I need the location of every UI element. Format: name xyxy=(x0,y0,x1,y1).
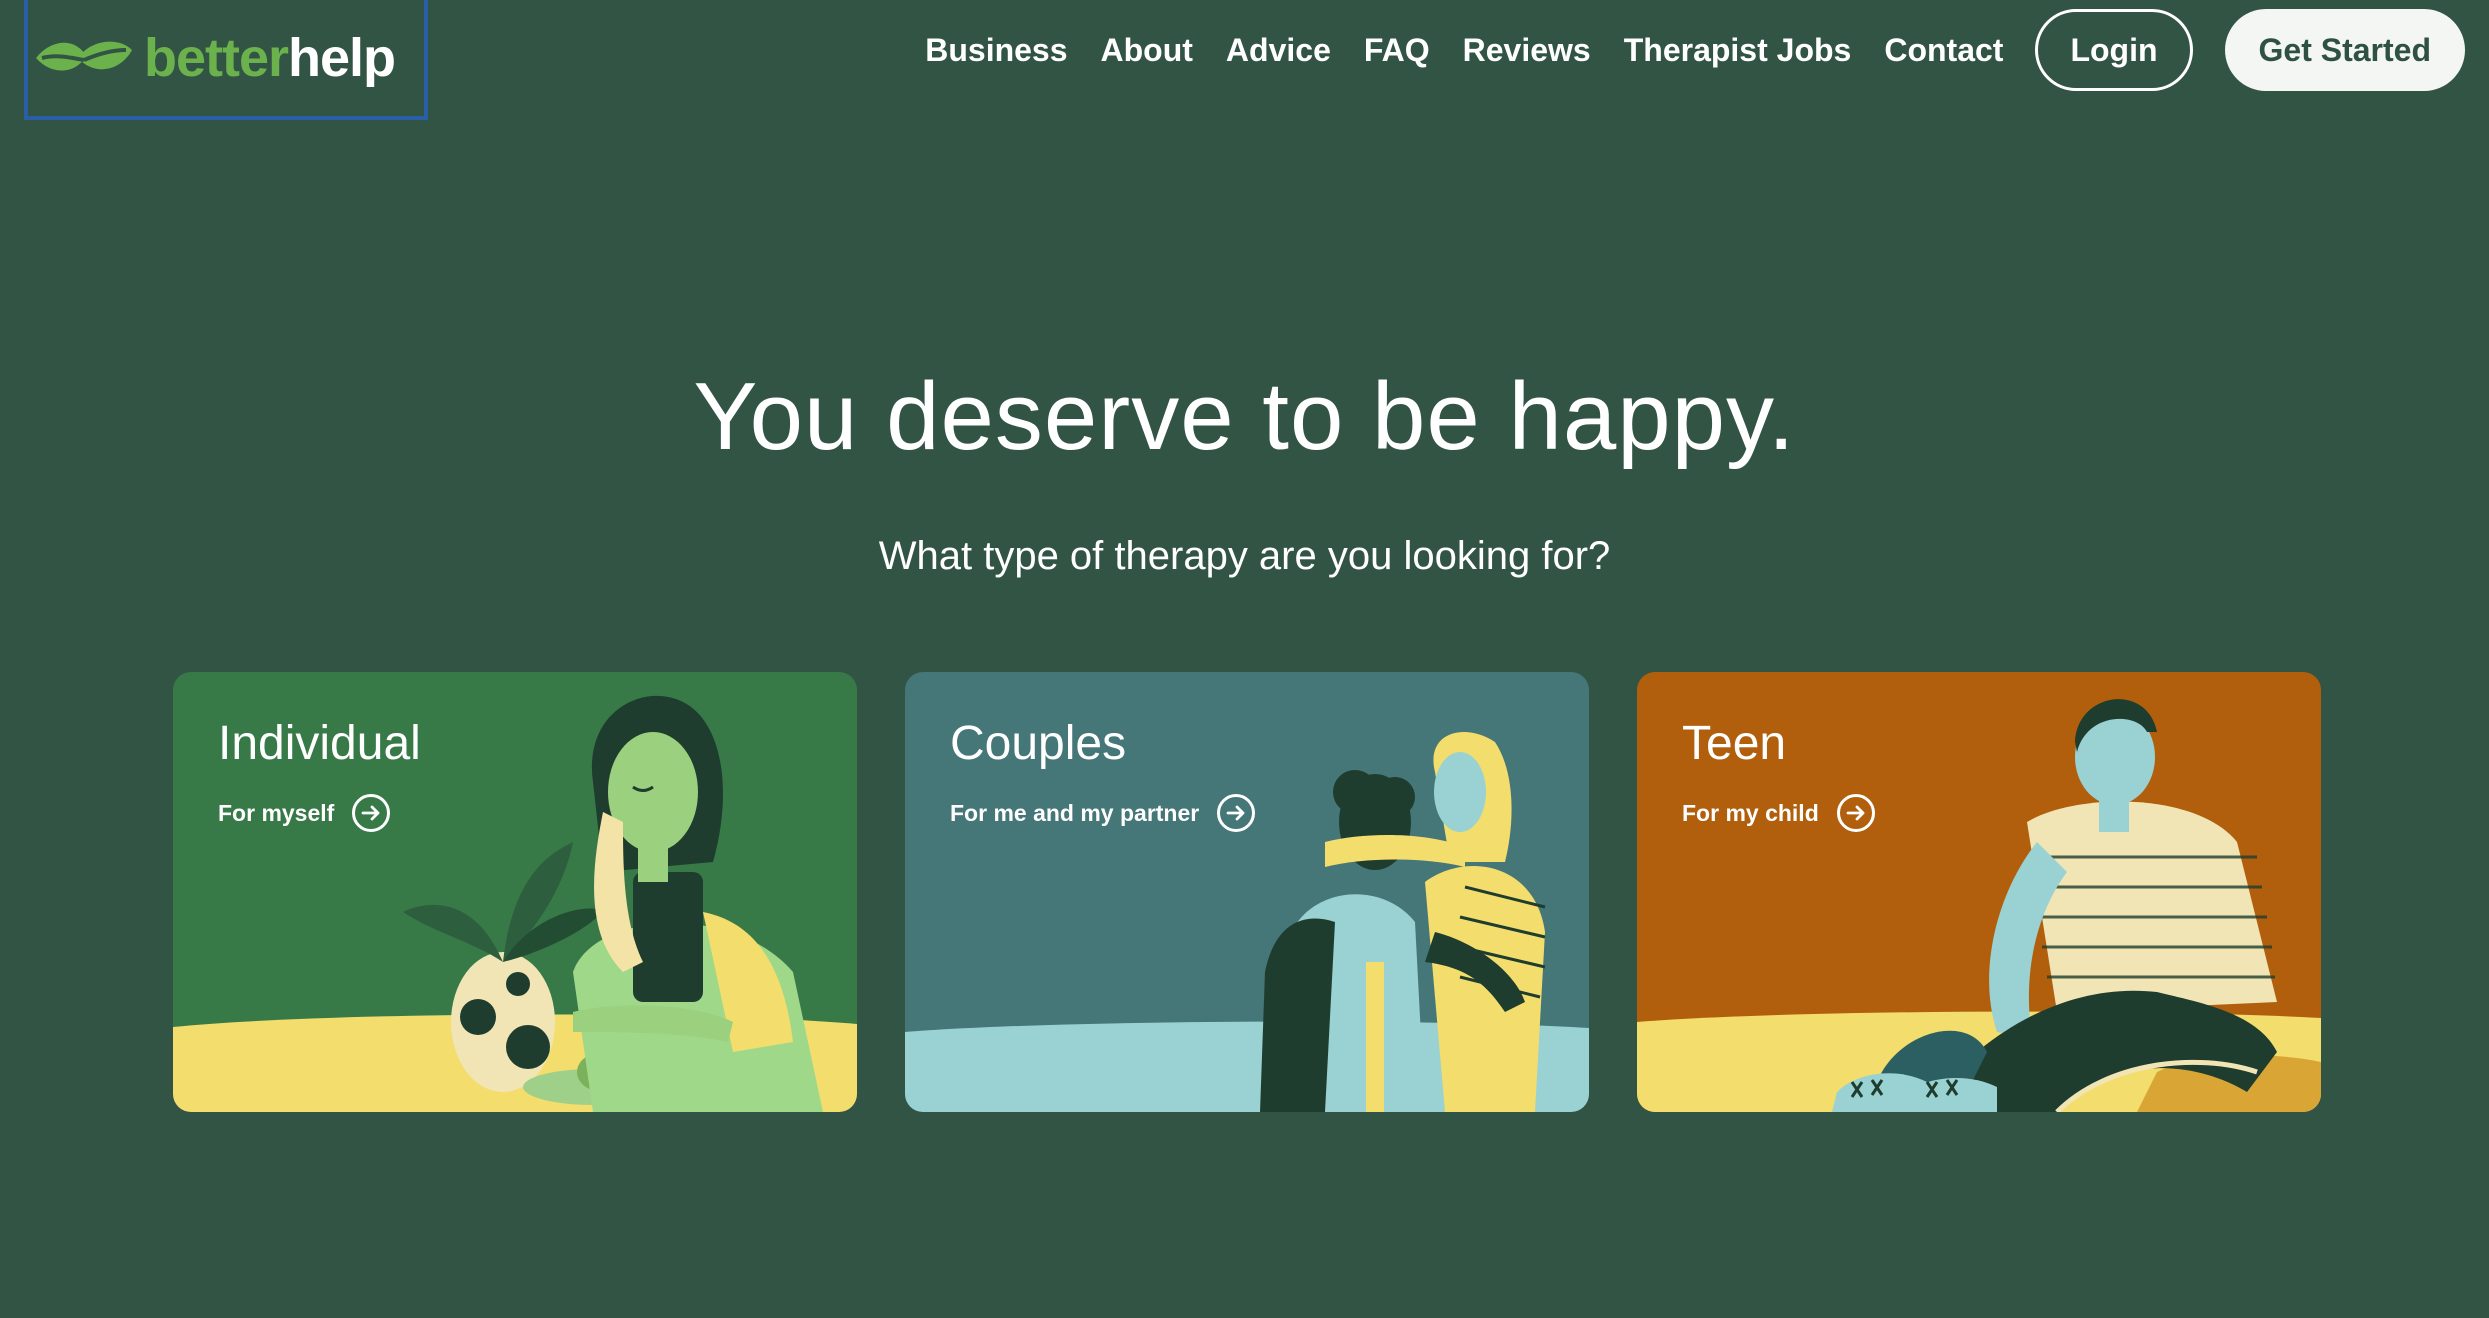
card-link-label: For me and my partner xyxy=(950,799,1200,826)
card-link-couples[interactable]: For me and my partner xyxy=(950,794,1256,832)
arrow-right-circle-icon xyxy=(1217,794,1256,832)
logo-link[interactable]: betterhelp xyxy=(24,0,428,120)
card-title-individual: Individual xyxy=(218,717,421,770)
card-link-label: For my child xyxy=(1682,799,1819,826)
leaf-logo-icon xyxy=(36,41,132,71)
arrow-right-circle-icon xyxy=(1836,794,1875,832)
login-button[interactable]: Login xyxy=(2035,9,2193,91)
page: betterhelp Business About Advice FAQ Rev… xyxy=(0,0,2489,1318)
nav-advice[interactable]: Advice xyxy=(1226,32,1331,69)
card-couples[interactable]: Couples For me and my partner xyxy=(905,672,1589,1112)
card-link-individual[interactable]: For myself xyxy=(218,794,391,832)
card-teen[interactable]: Teen For my child xyxy=(1637,672,2321,1112)
card-title-couples: Couples xyxy=(950,717,1127,770)
nav-reviews[interactable]: Reviews xyxy=(1463,32,1591,69)
card-link-label: For myself xyxy=(218,799,335,826)
card-individual[interactable]: Individual For myself xyxy=(173,672,857,1112)
nav-contact[interactable]: Contact xyxy=(1884,32,2003,69)
nav-about[interactable]: About xyxy=(1101,32,1193,69)
get-started-button[interactable]: Get Started xyxy=(2224,9,2465,91)
logo-text-help: help xyxy=(288,28,396,88)
logo-wordmark: betterhelp xyxy=(144,27,396,89)
nav-business[interactable]: Business xyxy=(925,32,1067,69)
arrow-right-circle-icon xyxy=(352,794,391,832)
logo-text-better: better xyxy=(144,28,289,88)
nav-faq[interactable]: FAQ xyxy=(1364,32,1430,69)
nav-therapist-jobs[interactable]: Therapist Jobs xyxy=(1624,32,1852,69)
main-nav: Business About Advice FAQ Reviews Therap… xyxy=(892,0,2489,100)
hero-title: You deserve to be happy. xyxy=(693,363,1796,470)
hero-subtitle: What type of therapy are you looking for… xyxy=(878,534,1611,578)
card-link-teen[interactable]: For my child xyxy=(1682,794,1875,832)
card-title-teen: Teen xyxy=(1682,717,1787,770)
